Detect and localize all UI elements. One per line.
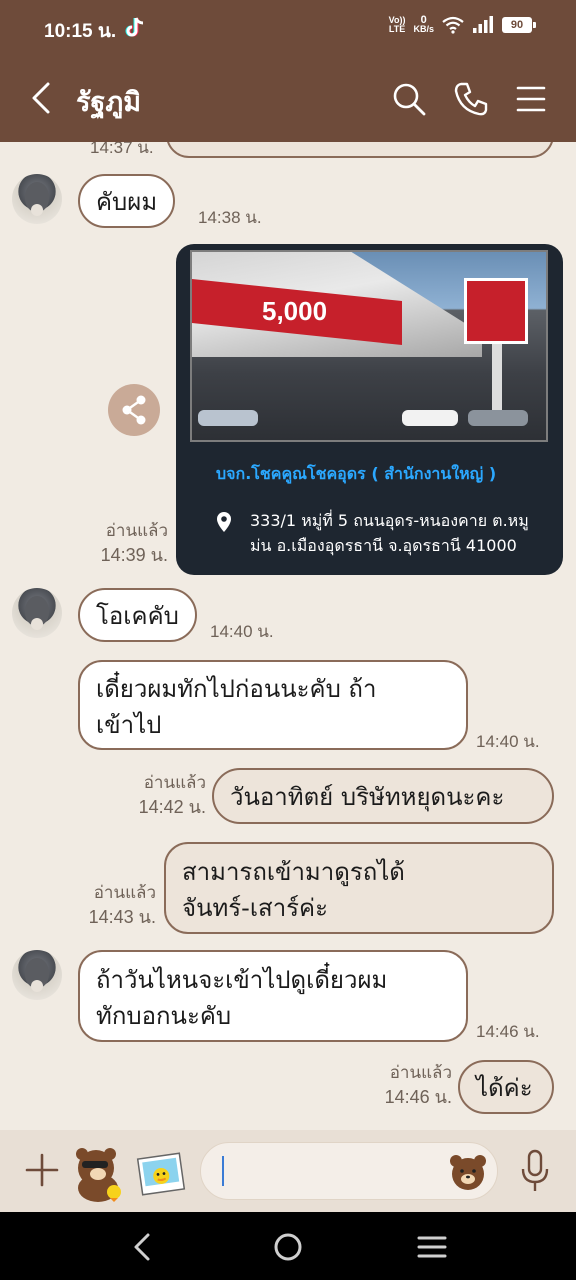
banner-text: 5,000 <box>262 296 328 326</box>
message-time: 14:37 น. <box>90 142 154 157</box>
contact-avatar[interactable] <box>12 588 62 638</box>
message-bubble-incoming[interactable]: เดี๋ยวผมทักไปก่อนนะคับ ถ้า เข้าไป <box>78 660 468 750</box>
text-cursor <box>222 1156 224 1186</box>
chat-area[interactable]: 14:37 น. คับผม 14:38 น. อ่านแล้ว 14:39 น… <box>0 142 576 1130</box>
data-rate: 0 KB/s <box>413 14 434 34</box>
message-input-bar <box>0 1130 576 1212</box>
message-text: โอเคคับ <box>96 602 179 630</box>
nav-back-icon[interactable] <box>126 1230 160 1264</box>
chat-title: รัฐภูมิ <box>76 87 141 118</box>
read-receipt: อ่านแล้ว 14:39 น. <box>96 518 168 568</box>
read-receipt: อ่านแล้ว 14:46 น. <box>374 1060 452 1110</box>
message-time: 14:43 น. <box>88 907 156 927</box>
emoji-icon[interactable] <box>448 1152 488 1192</box>
car-image <box>198 410 258 426</box>
location-pin-icon <box>217 512 231 532</box>
message-text: ถ้าวันไหนจะเข้าไปดูเดี๋ยวผม <box>96 966 388 994</box>
back-arrow-icon[interactable] <box>24 80 60 116</box>
message-text: คับผม <box>96 188 158 216</box>
nav-home-icon[interactable] <box>271 1230 305 1264</box>
sign-post <box>492 344 502 414</box>
photo-sticker-icon[interactable] <box>136 1150 186 1198</box>
message-bubble-incoming[interactable]: โอเคคับ <box>78 588 197 642</box>
status-time: 10:15 น. <box>44 21 117 42</box>
contact-avatar[interactable] <box>12 950 62 1000</box>
message-text: ทักบอกนะคับ <box>96 1002 232 1030</box>
message-text: เดี๋ยวผมทักไปก่อนนะคับ ถ้า <box>96 675 377 703</box>
volte-indicator: Vo)) LTE <box>388 15 406 34</box>
message-text: ได้ค่ะ <box>476 1074 533 1102</box>
share-icon <box>122 395 146 425</box>
message-bubble-outgoing[interactable]: วันอาทิตย์ บริษัทหยุดนะคะ <box>212 768 554 824</box>
message-text: เข้าไป <box>96 711 162 739</box>
message-text: วันอาทิตย์ บริษัทหยุดนะคะ <box>230 783 505 811</box>
message-time: 14:40 น. <box>210 622 274 641</box>
message-time: 14:46 น. <box>384 1087 452 1107</box>
message-bubble-outgoing[interactable]: สามารถเข้ามาดูรถได้ จันทร์-เสาร์ค่ะ <box>164 842 554 934</box>
read-receipt: อ่านแล้ว 14:43 น. <box>76 880 156 930</box>
status-bar: 10:15 น. Vo)) LTE 0 KB/s 90 <box>0 0 576 56</box>
message-time: 14:46 น. <box>476 1022 540 1041</box>
car-image <box>468 410 528 426</box>
search-icon[interactable] <box>390 80 428 118</box>
car-image <box>402 410 458 426</box>
message-text: จันทร์-เสาร์ค่ะ <box>182 894 329 922</box>
nav-recents-icon[interactable] <box>415 1230 449 1264</box>
microphone-icon[interactable] <box>518 1148 552 1194</box>
tiktok-icon <box>125 17 144 37</box>
location-name[interactable]: บจก.โชคคูณโชคอุดร ( สำนักงานใหญ่ ) <box>216 462 496 487</box>
bear-sticker-icon[interactable] <box>70 1144 126 1202</box>
read-receipt: อ่านแล้ว 14:42 น. <box>120 770 206 820</box>
dealer-sign <box>464 278 528 344</box>
battery-indicator: 90 <box>502 17 536 33</box>
message-bubble-outgoing[interactable]: ได้ค่ะ <box>458 1060 554 1114</box>
message-time: 14:38 น. <box>198 208 262 227</box>
wifi-icon <box>442 16 464 34</box>
message-bubble-incoming[interactable]: ถ้าวันไหนจะเข้าไปดูเดี๋ยวผม ทักบอกนะคับ <box>78 950 468 1042</box>
app-header: 10:15 น. Vo)) LTE 0 KB/s 90 รัฐภูมิ <box>0 0 576 142</box>
message-time: 14:39 น. <box>100 545 168 565</box>
message-time: 14:42 น. <box>138 797 206 817</box>
location-address: 333/1 หมู่ที่ 5 ถนนอุดร-หนองคาย ต.หมู ม่… <box>250 511 529 555</box>
system-navigation-bar <box>0 1212 576 1280</box>
menu-icon[interactable] <box>512 80 550 118</box>
message-text: สามารถเข้ามาดูรถได้ <box>182 858 405 886</box>
message-bubble-partial[interactable] <box>166 142 554 158</box>
signal-icon <box>473 16 493 33</box>
share-button[interactable] <box>108 384 160 436</box>
contact-avatar[interactable] <box>12 174 62 224</box>
message-time: 14:40 น. <box>476 732 540 751</box>
location-card[interactable]: 5,000 บจก.โชคคูณโชคอุดร ( สำนักงานใหญ่ )… <box>176 244 563 575</box>
plus-icon[interactable] <box>24 1152 60 1188</box>
message-bubble-incoming[interactable]: คับผม <box>78 174 176 228</box>
location-photo: 5,000 <box>190 250 548 442</box>
phone-icon[interactable] <box>452 80 490 118</box>
